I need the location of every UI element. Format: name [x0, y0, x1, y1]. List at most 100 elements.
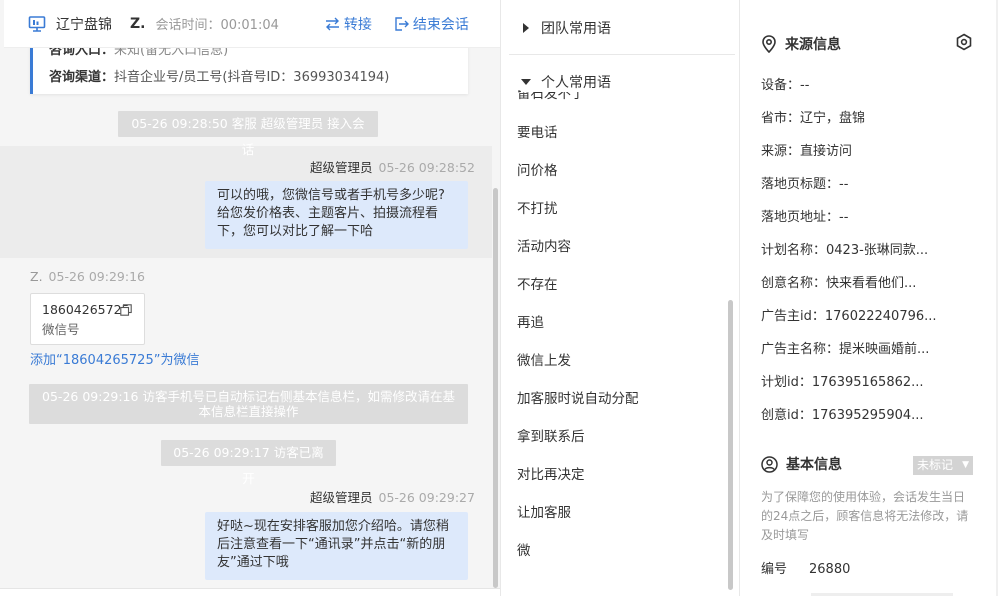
phrases-scrollbar[interactable] [728, 300, 733, 590]
channel-value: 抖音企业号/员工号(抖音号ID：36993034194) [114, 70, 390, 85]
header-city: 辽宁盘锦 [56, 16, 112, 33]
number-label: 编号 [761, 562, 788, 577]
phrase-item[interactable]: 微 [517, 539, 531, 559]
info-label: 计划名称： [761, 243, 827, 258]
tag-dropdown-label: 未标记 [917, 458, 954, 472]
info-row-province: 省市：辽宁，盘锦 [761, 107, 865, 126]
info-row-landing-title: 落地页标题：-- [761, 173, 848, 192]
transfer-icon [325, 17, 339, 30]
info-row-plan-name: 计划名称：0423-张琳同款... [761, 239, 928, 258]
phrase-item[interactable]: 再追 [517, 311, 544, 331]
end-session-label: 结束会话 [412, 16, 469, 33]
location-pin-icon [762, 35, 776, 53]
phrase-item[interactable]: 要电话 [517, 121, 558, 141]
phone-subtitle: 微信号 [42, 322, 80, 337]
source-info-label: 来源信息 [785, 37, 841, 53]
channel-row: 咨询渠道：抖音企业号/员工号(抖音号ID：36993034194) [49, 66, 389, 85]
chat-input-edge [0, 588, 500, 596]
info-row-plan-id: 计划id：176395165862... [761, 371, 924, 390]
chat-scrollbar[interactable] [493, 188, 498, 588]
team-phrases-group[interactable]: 团队常用语 [521, 18, 611, 38]
agent-message-meta: 超级管理员 05-26 09:28:52 [310, 157, 475, 176]
info-value: -- [800, 78, 810, 93]
monitor-icon [28, 15, 46, 32]
info-row-advertiser-name: 广告主名称：提米映画婚前... [761, 338, 929, 357]
phrase-item[interactable]: 加客服时说自动分配 [517, 387, 639, 407]
info-label: 创意名称： [761, 276, 827, 291]
add-wechat-link[interactable]: 添加“18604265725”为微信 [30, 349, 199, 368]
info-label: 广告主id： [761, 309, 825, 324]
info-row-source: 来源：直接访问 [761, 140, 852, 159]
info-row-creative-id: 创意id：176395295904... [761, 404, 924, 423]
info-row-creative-name: 创意名称：快来看看他们... [761, 272, 916, 291]
phrase-item[interactable]: 不打扰 [517, 197, 558, 217]
message-time: 05-26 09:28:52 [378, 160, 475, 175]
info-label: 广告主名称： [761, 342, 840, 357]
chat-workspace: 咨询入口：未知(留无入口信息) 咨询渠道：抖音企业号/员工号(抖音号ID：369… [0, 0, 998, 596]
divider [509, 54, 735, 55]
system-message: 05-26 09:28:50 客服 超级管理员 接入会话 [118, 111, 378, 157]
agent-message-bubble: 好哒~现在安排客服加您介绍哈。请您稍后注意查看一下“通讯录”并点击“新的朋友”通… [205, 512, 468, 580]
phrase-item[interactable]: 不存在 [517, 273, 558, 293]
system-message: 05-26 09:29:17 访客已离开 [161, 440, 336, 486]
info-value: 提米映画婚前... [839, 342, 930, 357]
info-label: 省市： [761, 111, 801, 126]
phrase-item[interactable]: 让加客服 [517, 501, 571, 521]
chevron-down-icon: ▼ [962, 460, 969, 470]
caret-down-icon [521, 79, 531, 85]
agent-message-meta: 超级管理员 05-26 09:29:27 [310, 487, 475, 506]
user-circle-icon [761, 455, 778, 473]
transfer-button[interactable]: 转接 [325, 14, 372, 34]
info-value: 176395165862... [811, 375, 924, 390]
info-row-device: 设备：-- [761, 74, 809, 93]
number-row: 编号 26880 [761, 558, 850, 577]
basic-info-title: 基本信息 [761, 454, 842, 474]
info-label: 设备： [761, 78, 801, 93]
info-value: 176022240796... [824, 309, 937, 324]
info-row-landing-url: 落地页地址：-- [761, 206, 848, 225]
info-label: 来源： [761, 144, 801, 159]
phrase-item[interactable]: 对比再决定 [517, 463, 585, 483]
phrase-item[interactable]: 微信上发 [517, 349, 571, 369]
channel-label: 咨询渠道： [49, 70, 115, 85]
phone-card: 18604265725 微信号 [30, 293, 145, 345]
info-value: 辽宁，盘锦 [800, 111, 866, 126]
phrase-item[interactable]: 问价格 [517, 159, 558, 179]
basic-info-label: 基本信息 [786, 457, 842, 473]
number-value: 26880 [809, 562, 851, 577]
agent-message-bubble: 可以的哦，您微信号或者手机号多少呢?给您发价格表、主题客片、拍摄流程看下，您可以… [205, 181, 468, 249]
info-label: 计划id： [761, 375, 812, 390]
team-phrases-label: 团队常用语 [541, 21, 611, 37]
info-label: 创意id： [761, 408, 812, 423]
agent-name: 超级管理员 [310, 160, 373, 175]
tag-dropdown[interactable]: 未标记 ▼ [913, 456, 973, 475]
end-session-button[interactable]: 结束会话 [394, 14, 469, 34]
transfer-label: 转接 [343, 16, 372, 33]
visitor-info-panel: 来源信息 设备：-- 省市：辽宁，盘锦 来源：直接访问 落地页标题：-- 落地页… [741, 0, 998, 596]
info-value: 176395295904... [811, 408, 924, 423]
message-time: 05-26 09:29:16 [48, 269, 145, 284]
phrase-item[interactable]: 拿到联系后 [517, 425, 585, 445]
personal-phrases-label: 个人常用语 [541, 75, 611, 91]
basic-info-note: 为了保障您的使用体验，会话发生当日的24点之后，顾客信息将无法修改，请及时填写 [761, 490, 969, 542]
exit-icon [395, 16, 409, 31]
message-time: 05-26 09:29:27 [378, 490, 475, 505]
info-value: -- [839, 177, 849, 192]
caret-right-icon [523, 23, 529, 33]
personal-phrases-group[interactable]: 个人常用语 [521, 72, 721, 92]
source-info-title: 来源信息 [761, 34, 841, 54]
visitor-message-meta: Z. 05-26 09:29:16 [30, 269, 145, 284]
copy-icon[interactable] [120, 304, 132, 316]
phrase-list: 留石发不了 要电话 问价格 不打扰 活动内容 不存在 再追 微信上发 加客服时说… [501, 90, 731, 570]
chat-header: 辽宁盘锦 Z. 会话时间：00:01:04 转接 结束会话 [4, 0, 500, 48]
agent-name: 超级管理员 [310, 490, 373, 505]
header-user: Z. [130, 15, 146, 32]
info-row-advertiser-id: 广告主id：176022240796... [761, 305, 937, 324]
system-message: 05-26 09:29:16 访客手机号已自动标记右侧基本信息栏，如需修改请在基… [29, 384, 468, 424]
visitor-name: Z. [30, 269, 43, 284]
settings-icon[interactable] [955, 33, 973, 51]
phrase-item[interactable]: 活动内容 [517, 235, 571, 255]
phrases-panel: 团队常用语 留石发不了 要电话 问价格 不打扰 活动内容 不存在 再追 微信上发… [500, 0, 740, 596]
info-value: 快来看看他们... [826, 276, 917, 291]
info-value: 直接访问 [800, 144, 853, 159]
